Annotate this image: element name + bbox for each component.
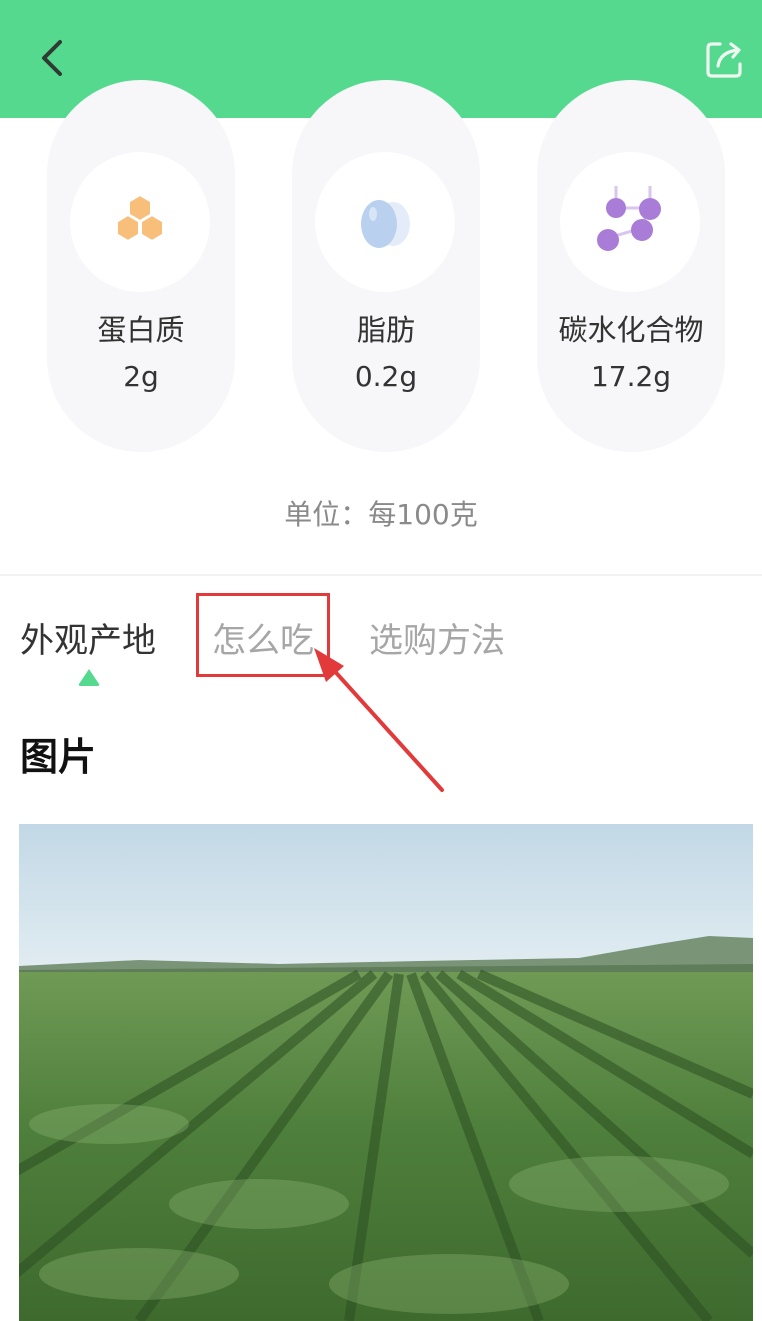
nutrient-icon-circle bbox=[560, 152, 700, 292]
tab-appearance-origin[interactable]: 外观产地 bbox=[20, 615, 156, 667]
nutrient-value: 0.2g bbox=[354, 360, 418, 393]
nutrient-icon-circle bbox=[315, 152, 455, 292]
share-icon bbox=[706, 42, 742, 78]
protein-hexagon-icon bbox=[116, 193, 164, 243]
section-title: 图片 bbox=[20, 735, 97, 779]
nutrient-name: 碳水化合物 bbox=[558, 313, 704, 347]
nutrient-icon-circle bbox=[70, 152, 210, 292]
section-divider bbox=[0, 574, 762, 576]
unit-note: 单位：每100克 bbox=[284, 498, 478, 531]
nutrient-name: 脂肪 bbox=[356, 313, 415, 347]
molecule-icon bbox=[597, 186, 661, 251]
nutrient-name: 蛋白质 bbox=[97, 313, 185, 347]
annotation-arrow-icon bbox=[314, 648, 444, 792]
egg-icon bbox=[361, 200, 410, 248]
potato-field-photo bbox=[19, 824, 753, 1321]
nutrient-card-carbohydrate: 碳水化合物 17.2g bbox=[537, 80, 725, 452]
share-button[interactable] bbox=[700, 34, 750, 84]
chevron-left-icon bbox=[42, 40, 62, 76]
nutrient-value: 17.2g bbox=[590, 360, 672, 393]
nutrient-value: 2g bbox=[123, 360, 159, 393]
potato-field-photo-art bbox=[19, 824, 753, 1321]
active-tab-indicator bbox=[78, 669, 100, 686]
nutrient-card-protein: 蛋白质 2g bbox=[47, 80, 235, 452]
nutrient-card-fat: 脂肪 0.2g bbox=[292, 80, 480, 452]
back-button[interactable] bbox=[26, 30, 82, 86]
